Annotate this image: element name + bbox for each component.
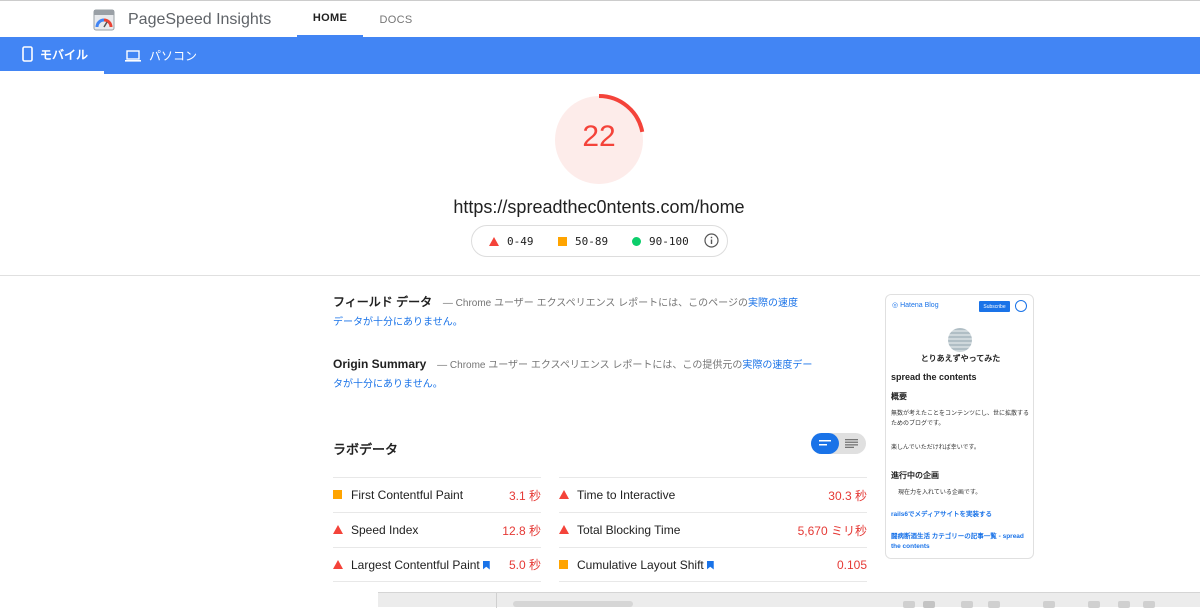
hatena-blog-logo: ◎ Hatena Blog bbox=[892, 302, 939, 309]
overview-text-2: 楽しんでいただければ幸いです。 bbox=[891, 445, 980, 451]
field-data-section: フィールド データ — Chrome ユーザー エクスペリエンス レポートには、… bbox=[333, 293, 823, 332]
score-legend: 0-49 50-89 90-100 bbox=[471, 225, 728, 257]
origin-summary-text: — Chrome ユーザー エクスペリエンス レポートには、この提供元の bbox=[434, 360, 743, 371]
legend-average: 50-89 bbox=[558, 235, 608, 248]
legend-poor: 0-49 bbox=[489, 235, 534, 248]
metric-value: 5.0 秒 bbox=[508, 558, 541, 572]
triangle-icon bbox=[559, 490, 569, 499]
projects-text: 現在力を入れている企画です。 bbox=[898, 490, 982, 496]
legend-average-label: 50-89 bbox=[575, 235, 609, 248]
circle-icon bbox=[632, 237, 641, 246]
thumb-link-1: rails6でメディアサイトを実装する bbox=[891, 511, 993, 518]
metric-cumulative-layout-shift: Cumulative Layout Shift 0.105 bbox=[559, 547, 867, 582]
metric-largest-contentful-paint: Largest Contentful Paint 5.0 秒 bbox=[333, 547, 541, 582]
metric-name: Cumulative Layout Shift bbox=[577, 557, 704, 572]
triangle-icon bbox=[333, 525, 343, 534]
metric-value: 0.105 bbox=[836, 557, 867, 572]
avatar bbox=[948, 328, 972, 352]
triangle-icon bbox=[333, 559, 343, 569]
field-data-link-cont[interactable]: データが十分にありません。 bbox=[333, 317, 463, 328]
triangle-icon bbox=[489, 237, 499, 246]
origin-summary-title: Origin Summary bbox=[333, 357, 427, 371]
blog-title: とりあえずやってみた bbox=[920, 354, 1001, 363]
metric-value: 3.1 秒 bbox=[508, 488, 541, 503]
field-data-link[interactable]: 実際の速度 bbox=[748, 298, 798, 309]
divider bbox=[0, 275, 1200, 276]
legend-good-label: 90-100 bbox=[649, 235, 689, 248]
triangle-icon bbox=[559, 525, 569, 534]
tab-desktop[interactable]: パソコン bbox=[124, 37, 197, 74]
subscribe-button: Subscribe bbox=[979, 301, 1010, 312]
origin-summary-link[interactable]: 実際の速度デー bbox=[742, 360, 812, 371]
origin-summary-link-cont[interactable]: タが十分にありません。 bbox=[333, 379, 443, 390]
field-data-title: フィールド データ bbox=[333, 295, 433, 309]
metric-value: 30.3 秒 bbox=[828, 488, 867, 503]
blurred-text bbox=[513, 601, 633, 607]
top-bar: PageSpeed Insights HOME DOCS bbox=[0, 0, 1200, 38]
info-icon[interactable] bbox=[704, 233, 719, 248]
page-screenshot-thumbnail: ◎ Hatena Blog Subscribe とりあえずやってみた sprea… bbox=[885, 294, 1034, 559]
bottom-overlay-bar bbox=[378, 592, 1200, 608]
blog-name: Hatena Blog bbox=[900, 302, 939, 309]
metric-name: First Contentful Paint bbox=[351, 488, 464, 502]
tab-mobile-label: モバイル bbox=[40, 47, 89, 62]
bookmark-icon bbox=[706, 560, 714, 570]
app-title: PageSpeed Insights bbox=[128, 11, 272, 28]
tab-docs[interactable]: DOCS bbox=[372, 1, 420, 38]
square-icon bbox=[558, 237, 567, 246]
metric-name: Largest Contentful Paint bbox=[351, 557, 480, 572]
projects-heading: 進行中の企画 bbox=[891, 471, 939, 480]
metric-first-contentful-paint: First Contentful Paint 3.1 秒 bbox=[333, 477, 541, 512]
thumb-link-2: 闘病断酒生活 カテゴリーの記事一覧 - spread the contents bbox=[891, 533, 1024, 550]
pagespeed-logo-icon bbox=[93, 9, 115, 31]
metric-speed-index: Speed Index 12.8 秒 bbox=[333, 512, 541, 547]
legend-good: 90-100 bbox=[632, 235, 689, 248]
compact-view-icon bbox=[819, 440, 831, 446]
performance-score: 22 bbox=[582, 120, 616, 153]
site-title: spread the contents bbox=[891, 372, 977, 382]
metric-value: 5,670 ミリ秒 bbox=[797, 523, 867, 538]
smartphone-icon bbox=[22, 46, 33, 62]
square-icon bbox=[559, 559, 568, 569]
analyzed-url: https://spreadthec0ntents.com/home bbox=[453, 197, 745, 217]
overview-heading: 概要 bbox=[891, 392, 907, 401]
field-data-text: — Chrome ユーザー エクスペリエンス レポートには、このページの bbox=[440, 298, 748, 309]
tab-home[interactable]: HOME bbox=[297, 1, 363, 38]
view-toggle[interactable] bbox=[811, 433, 866, 454]
user-icon bbox=[1015, 300, 1027, 312]
metric-name: Total Blocking Time bbox=[577, 523, 681, 537]
origin-summary-section: Origin Summary — Chrome ユーザー エクスペリエンス レポ… bbox=[333, 355, 823, 394]
bookmark-icon bbox=[482, 560, 490, 570]
square-icon bbox=[333, 490, 342, 499]
metric-name: Speed Index bbox=[351, 523, 419, 537]
tab-desktop-label: パソコン bbox=[149, 49, 198, 63]
legend-poor-label: 0-49 bbox=[507, 235, 534, 248]
lab-data-title: ラボデータ bbox=[333, 442, 399, 457]
metric-name: Time to Interactive bbox=[577, 488, 676, 502]
tab-mobile[interactable]: モバイル bbox=[0, 37, 104, 74]
overview-text: 無数が考えたことをコンテンツにし、世に拡散するためのブログです。 bbox=[891, 411, 1030, 427]
divider bbox=[496, 593, 497, 608]
device-tabs: モバイル パソコン bbox=[0, 37, 1200, 74]
laptop-icon bbox=[125, 49, 141, 62]
list-view-icon[interactable] bbox=[845, 439, 858, 448]
metric-total-blocking-time: Total Blocking Time 5,670 ミリ秒 bbox=[559, 512, 867, 547]
metric-time-to-interactive: Time to Interactive 30.3 秒 bbox=[559, 477, 867, 512]
metric-value: 12.8 秒 bbox=[502, 523, 541, 538]
